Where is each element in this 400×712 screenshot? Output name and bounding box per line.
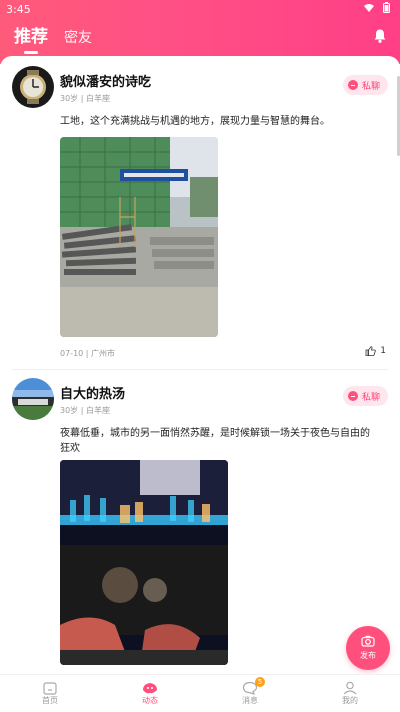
battery-icon [383,2,390,13]
status-time: 3:45 [6,3,31,16]
post-footer: 07-10 | 广州市 [60,348,115,359]
post-date: 07-10 [60,349,84,358]
post-content: 夜幕低垂，城市的另一面悄然苏醒，是时候解锁一场关于夜色与自由的 狂欢 [60,426,370,456]
post-location: 广州市 [91,349,116,358]
nav-profile[interactable]: 我的 [300,675,400,712]
post-meta: 30岁 | 白羊座 [60,405,110,416]
camera-icon [361,635,375,647]
moments-icon [143,683,157,694]
bottom-navigation: 首页 动态 5 消息 我的 [0,674,400,712]
nav-messages[interactable]: 5 消息 [200,675,300,712]
wifi-icon [364,3,374,12]
feed-tabs: 推荐 密友 [14,22,92,54]
like-button[interactable]: 1 [365,346,386,356]
post-username[interactable]: 自大的热汤 [60,383,125,402]
avatar[interactable] [12,378,54,420]
nav-profile-label: 我的 [342,696,358,705]
tab-close-friends[interactable]: 密友 [64,27,92,47]
chat-bubble-icon [347,80,358,90]
bell-icon[interactable] [372,28,388,44]
private-chat-button[interactable]: 私聊 [342,75,388,95]
user-zodiac: 白羊座 [85,406,110,415]
user-age: 30岁 [60,94,79,103]
publish-button[interactable]: 发布 [346,626,390,670]
private-chat-label: 私聊 [361,81,380,92]
thumbs-up-icon [365,346,376,356]
user-zodiac: 白羊座 [85,94,110,103]
status-bar: 3:45 [0,0,400,18]
chat-bubble-icon [347,391,358,401]
profile-icon [343,681,357,695]
tab-recommend[interactable]: 推荐 [14,22,48,54]
nav-moments[interactable]: 动态 [100,675,200,712]
post-content: 工地，这个充满挑战与机遇的地方，展现力量与智慧的舞台。 [60,116,330,127]
post-divider [12,369,388,370]
home-icon [43,682,57,695]
private-chat-button[interactable]: 私聊 [342,386,388,406]
feed-post[interactable]: 貌似潘安的诗吃 30岁 | 白羊座 私聊 工地，这个充满挑战与机遇的地方，展现力… [0,56,400,372]
post-username[interactable]: 貌似潘安的诗吃 [60,71,151,90]
publish-label: 发布 [360,651,376,660]
avatar[interactable] [12,66,54,108]
like-count: 1 [380,346,386,356]
post-photo-construction[interactable] [60,137,218,337]
top-header: 3:45 推荐 密友 [0,0,400,64]
nav-messages-label: 消息 [242,696,258,705]
feed-post[interactable]: 自大的热汤 30岁 | 白羊座 私聊 夜幕低垂，城市的另一面悄然苏醒，是时候解锁… [0,372,400,674]
post-content-line: 夜幕低垂，城市的另一面悄然苏醒，是时候解锁一场关于夜色与自由的 [60,428,370,439]
nav-moments-label: 动态 [142,696,158,705]
nav-home[interactable]: 首页 [0,675,100,712]
message-badge: 5 [255,677,265,687]
private-chat-label: 私聊 [361,392,380,403]
post-photo-bar[interactable] [60,460,228,665]
nav-home-label: 首页 [42,696,58,705]
user-age: 30岁 [60,406,79,415]
post-content-line: 狂欢 [60,443,80,454]
feed-list[interactable]: 貌似潘安的诗吃 30岁 | 白羊座 私聊 工地，这个充满挑战与机遇的地方，展现力… [0,56,400,674]
post-meta: 30岁 | 白羊座 [60,93,110,104]
